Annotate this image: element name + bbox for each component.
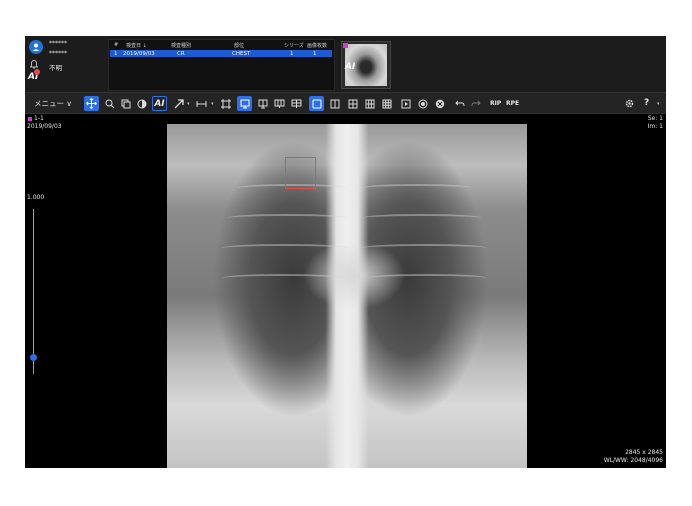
rib-shadow: [222, 274, 342, 282]
grid-2-button[interactable]: [327, 96, 342, 111]
zoom-slider-track[interactable]: [33, 209, 34, 374]
grid-4-button[interactable]: [345, 96, 360, 111]
thumbnail-ai-label: AI: [345, 62, 356, 72]
col-header-images[interactable]: 画像枚数: [307, 42, 327, 49]
ruler-icon: [196, 100, 207, 107]
patient-avatar[interactable]: [29, 40, 43, 54]
monitor-grid-icon: [291, 99, 302, 108]
crop-icon: [220, 98, 231, 109]
gear-icon: [625, 99, 634, 108]
monitor-split-icon: [258, 99, 267, 108]
move-icon: [86, 98, 97, 109]
rib-shadow: [367, 274, 487, 282]
pan-tool-button[interactable]: [84, 96, 99, 111]
arrow-icon: [174, 98, 184, 108]
grid-nine-icon: [382, 99, 391, 108]
window-level-button[interactable]: [134, 96, 149, 111]
invert-button[interactable]: [415, 96, 430, 111]
crop-tool-button[interactable]: [218, 96, 233, 111]
arrow-dropdown-icon[interactable]: ▾: [187, 101, 190, 107]
thumbnail-marker: [343, 43, 348, 48]
patient-icon: [32, 43, 40, 51]
help-button[interactable]: ?: [644, 98, 649, 108]
col-header-modality[interactable]: 検査種別: [171, 42, 191, 49]
invert-circle-icon: [418, 99, 427, 108]
fit-view-button[interactable]: [309, 96, 324, 111]
ai-tool-button[interactable]: AI: [152, 96, 167, 111]
layout-1x1-button[interactable]: [237, 96, 252, 111]
header-bar: ****** ****** 不明 AI # 検査日 ↓ 検査種別 部位 シリーズ…: [25, 36, 666, 92]
rpe-button[interactable]: RPE: [506, 100, 519, 107]
chest-xray-image[interactable]: [167, 124, 527, 468]
arrow-tool-button[interactable]: [171, 96, 186, 111]
layout-2x1-button[interactable]: [272, 96, 287, 111]
monitor-icon: [240, 99, 249, 108]
col-header-series[interactable]: シリーズ: [284, 42, 304, 49]
study-date-overlay: 2019/09/03: [27, 123, 62, 130]
zoom-tool-button[interactable]: [102, 96, 117, 111]
copy-icon: [121, 99, 130, 108]
col-header-index[interactable]: #: [114, 42, 118, 48]
redo-button[interactable]: [468, 96, 483, 111]
help-dropdown-icon[interactable]: ▾: [657, 101, 660, 107]
viewer-app: ****** ****** 不明 AI # 検査日 ↓ 検査種別 部位 シリーズ…: [25, 36, 666, 468]
close-circle-icon: [435, 99, 444, 108]
contrast-icon: [137, 99, 146, 108]
rib-shadow: [362, 184, 472, 192]
series-color-marker: [28, 117, 32, 121]
toolbar: メニュー ∨ AI ▾ ▾ RIP RPE ? ▾: [25, 92, 666, 114]
roi-box[interactable]: [285, 157, 316, 189]
image-number-overlay: Im: 1: [647, 123, 663, 130]
rib-shadow: [362, 244, 487, 252]
grid-9-button[interactable]: [379, 96, 394, 111]
settings-button[interactable]: [622, 96, 637, 111]
image-viewport[interactable]: 1-1 2019/09/03 Se: 1 Im: 1 1.000 2845 x …: [25, 114, 666, 468]
cell-bodypart: CHEST: [232, 51, 251, 57]
measure-dropdown-icon[interactable]: ▾: [211, 101, 214, 107]
layout-2x2-button[interactable]: [289, 96, 304, 111]
series-thumbnail[interactable]: AI: [341, 41, 391, 89]
grid-four-icon: [348, 99, 357, 108]
window-level-readout: WL/WW: 2048/4096: [603, 457, 663, 464]
monitor-double-icon: [274, 99, 285, 108]
zoom-slider-handle[interactable]: [30, 354, 37, 361]
cell-index: 1: [114, 51, 118, 57]
grid-6-button[interactable]: [362, 96, 377, 111]
col-header-date[interactable]: 検査日 ↓: [126, 42, 147, 49]
status-text: 不明: [49, 64, 62, 72]
col-header-bodypart[interactable]: 部位: [234, 42, 244, 49]
ai-notification-dot: [34, 69, 40, 75]
play-box-icon: [401, 99, 410, 108]
split-vertical-icon: [330, 99, 339, 108]
menu-button[interactable]: メニュー ∨: [34, 98, 72, 109]
cine-button[interactable]: [398, 96, 413, 111]
rib-shadow: [227, 214, 347, 222]
square-icon: [312, 99, 321, 108]
copy-tool-button[interactable]: [118, 96, 133, 111]
undo-button[interactable]: [452, 96, 467, 111]
bell-icon[interactable]: [30, 60, 38, 69]
series-label: 1-1: [34, 115, 44, 122]
measure-tool-button[interactable]: [194, 96, 209, 111]
image-dimensions: 2845 x 2845: [625, 449, 663, 456]
zoom-value: 1.000: [27, 194, 45, 201]
rip-button[interactable]: RIP: [490, 100, 501, 107]
grid-six-icon: [365, 99, 374, 108]
cell-series: 1: [290, 51, 294, 57]
series-number-overlay: Se: 1: [647, 115, 663, 122]
search-icon: [105, 99, 114, 108]
redo-icon: [471, 100, 481, 106]
study-table: # 検査日 ↓ 検査種別 部位 シリーズ 画像枚数 1 2019/09/03 C…: [108, 39, 335, 91]
undo-icon: [454, 100, 464, 106]
cell-images: 1: [313, 51, 317, 57]
rib-shadow: [362, 214, 482, 222]
reset-button[interactable]: [432, 96, 447, 111]
rib-shadow: [222, 244, 347, 252]
patient-id: ******: [49, 50, 67, 57]
patient-name: ******: [49, 40, 67, 47]
layout-1x2-button[interactable]: [255, 96, 270, 111]
cell-date: 2019/09/03: [123, 51, 155, 57]
cell-modality: CR: [177, 51, 185, 57]
